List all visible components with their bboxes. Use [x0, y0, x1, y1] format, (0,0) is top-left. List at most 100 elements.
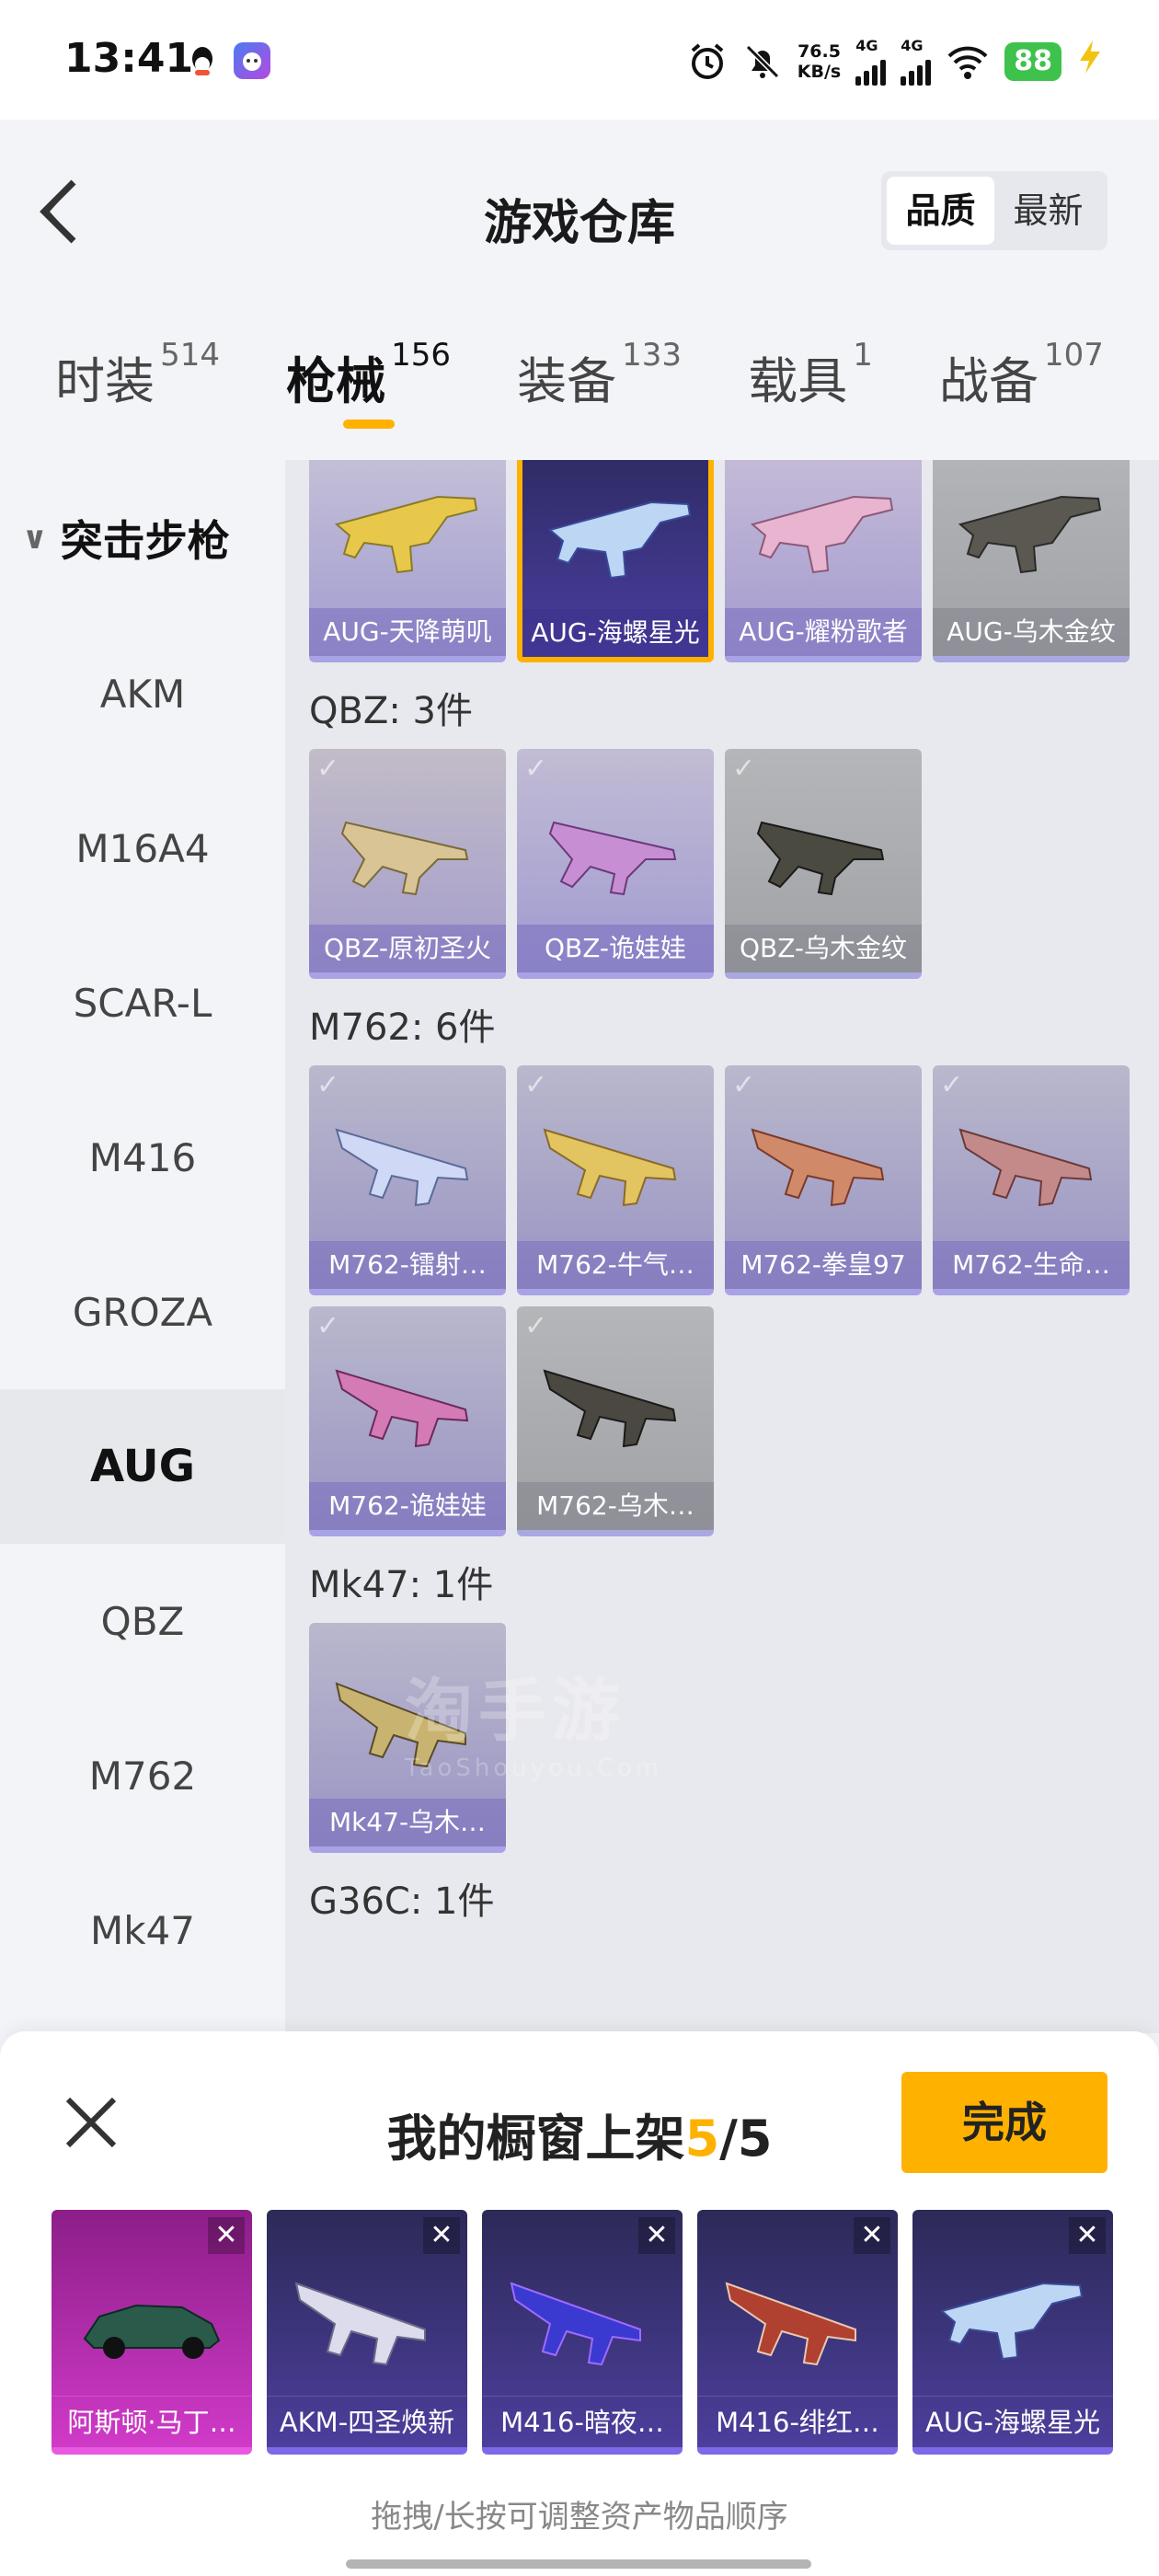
weapon-card-label: Mk47-乌木… [309, 1799, 506, 1846]
weapon-card-label: AUG-海螺星光 [522, 609, 708, 657]
sidebar-item-qbz[interactable]: QBZ [0, 1544, 285, 1698]
remove-icon[interactable]: ✕ [638, 2217, 675, 2254]
shelf-item[interactable]: ✕ AKM-四圣焕新 [267, 2210, 467, 2455]
sort-toggle: 品质 最新 [881, 171, 1107, 250]
weapon-card-label: M762-牛气… [517, 1241, 714, 1289]
rifle-icon [958, 495, 1102, 574]
check-icon: ✓ [316, 753, 340, 785]
tab-equipment[interactable]: 装备 133 [517, 313, 682, 460]
weapon-card-m762[interactable]: ✓ M762-生命… [933, 1065, 1130, 1295]
active-tab-indicator [342, 420, 395, 429]
remove-icon[interactable]: ✕ [1069, 2217, 1106, 2254]
shelf-item[interactable]: ✕ AUG-海螺星光 [912, 2210, 1113, 2455]
weapon-grid: AUG-天降萌叽 AUG-海螺星光 ✓ AUG-耀粉歌者 ✓ AUG-乌木金纹 … [285, 460, 1159, 2033]
weapon-card-m762[interactable]: ✓ M762-乌木… [517, 1306, 714, 1536]
home-indicator[interactable] [346, 2559, 811, 2569]
weapon-card-aug[interactable]: ✓ AUG-耀粉歌者 [725, 460, 922, 662]
sort-option-quality[interactable]: 品质 [887, 177, 994, 245]
section-title-g36c: G36C: 1件 [309, 1880, 495, 1923]
tab-label: 枪械 [286, 352, 386, 410]
rifle-icon [958, 1128, 1093, 1207]
check-icon: ✓ [316, 1310, 340, 1342]
shelf-item-label: AUG-海螺星光 [912, 2396, 1113, 2447]
sort-option-latest[interactable]: 最新 [994, 177, 1102, 245]
remove-icon[interactable]: ✕ [208, 2217, 245, 2254]
tab-count: 107 [1043, 337, 1104, 374]
check-icon: ✓ [732, 460, 755, 468]
weapon-card-aug[interactable]: ✓ AUG-乌木金纹 [933, 460, 1130, 662]
weapon-card-label: AUG-耀粉歌者 [725, 608, 922, 656]
done-button[interactable]: 完成 [901, 2072, 1107, 2173]
shelf-item-label: M416-暗夜… [482, 2396, 683, 2447]
shelf-item[interactable]: ✕ M416-暗夜… [482, 2210, 683, 2455]
sidebar-category-assault-rifles[interactable]: ∨ 突击步枪 [0, 460, 285, 616]
check-icon: ✓ [940, 460, 963, 468]
sidebar-item-akm[interactable]: AKM [0, 616, 285, 771]
rifle-icon [334, 495, 478, 574]
rifle-icon [548, 821, 677, 896]
rifle-icon [939, 2282, 1084, 2361]
status-time: 13:41 [64, 35, 194, 82]
weapon-card-label: AUG-乌木金纹 [933, 608, 1130, 656]
sidebar-item-scar-l[interactable]: SCAR-L [0, 926, 285, 1080]
section-title-qbz: QBZ: 3件 [309, 690, 473, 732]
remove-icon[interactable]: ✕ [854, 2217, 890, 2254]
check-icon: ✓ [732, 753, 756, 785]
sidebar-item-m762[interactable]: M762 [0, 1698, 285, 1853]
showcase-shelf: ✕ 阿斯顿·马丁… ✕ AKM-四圣焕新 ✕ M416-暗夜… ✕ M416-绯… [52, 2210, 1113, 2455]
sidebar-category-label: 突击步枪 [60, 516, 230, 566]
rifle-icon [294, 2282, 426, 2366]
shelf-item-label: 阿斯顿·马丁… [52, 2396, 252, 2447]
sidebar-item-mk47[interactable]: Mk47 [0, 1853, 285, 2007]
weapon-card-qbz[interactable]: ✓ QBZ-乌木金纹 [725, 749, 922, 979]
weapon-card-label: M762-乌木… [517, 1482, 714, 1530]
weapon-card-m762[interactable]: ✓ M762-诡娃娃 [309, 1306, 506, 1536]
weapon-card-label: QBZ-诡娃娃 [517, 925, 714, 972]
rifle-icon [335, 1128, 469, 1207]
shelf-item[interactable]: ✕ M416-绯红… [697, 2210, 898, 2455]
car-icon [83, 2304, 221, 2359]
weapon-card-aug[interactable]: AUG-天降萌叽 [309, 460, 506, 662]
rifle-icon [547, 500, 692, 580]
wifi-icon [946, 41, 990, 82]
tab-label: 载具 [748, 352, 848, 410]
signal-icon-2: 4G [901, 37, 932, 86]
rifle-icon [750, 495, 894, 574]
check-icon: ✓ [316, 1069, 340, 1101]
remove-icon[interactable]: ✕ [423, 2217, 460, 2254]
rifle-icon [756, 821, 885, 896]
sidebar-item-m416[interactable]: M416 [0, 1080, 285, 1235]
weapon-card-qbz[interactable]: ✓ QBZ-原初圣火 [309, 749, 506, 979]
net-speed: 76.5 KB/s [797, 40, 842, 82]
watermark: 淘手游 TaoShouyou.Com [405, 1672, 663, 1782]
header: 游戏仓库 品质 最新 [0, 120, 1159, 313]
sidebar-item-groza[interactable]: GROZA [0, 1235, 285, 1389]
weapon-card-m762[interactable]: ✓ M762-拳皇97 [725, 1065, 922, 1295]
tab-fashion[interactable]: 时装 514 [55, 313, 220, 460]
sidebar-item-aug[interactable]: AUG [0, 1389, 285, 1544]
tab-vehicles[interactable]: 载具 1 [748, 313, 873, 460]
showcase-sheet: 我的橱窗上架5/5 完成 ✕ 阿斯顿·马丁… ✕ AKM-四圣焕新 ✕ M416… [0, 2031, 1159, 2576]
check-icon: ✓ [940, 1069, 964, 1101]
sidebar-item-m16a4[interactable]: M16A4 [0, 771, 285, 926]
tab-count: 133 [622, 337, 683, 374]
weapon-card-m762[interactable]: ✓ M762-镭射… [309, 1065, 506, 1295]
shelf-item-label: M416-绯红… [697, 2396, 898, 2447]
mute-icon [742, 41, 783, 82]
weapon-card-label: QBZ-原初圣火 [309, 925, 506, 972]
weapon-card-m762[interactable]: ✓ M762-牛气… [517, 1065, 714, 1295]
section-title-mk47: Mk47: 1件 [309, 1564, 494, 1606]
chevron-down-icon: ∨ [22, 520, 48, 557]
reorder-hint: 拖拽/长按可调整资产物品顺序 [371, 2499, 788, 2536]
tab-label: 时装 [55, 352, 155, 410]
tab-firearms[interactable]: 枪械 156 [286, 313, 451, 460]
shelf-item[interactable]: ✕ 阿斯顿·马丁… [52, 2210, 252, 2455]
weapon-card-qbz[interactable]: ✓ QBZ-诡娃娃 [517, 749, 714, 979]
battery-level: 88 [1004, 41, 1061, 81]
section-title-m762: M762: 6件 [309, 1006, 496, 1049]
tab-supplies[interactable]: 战备 107 [939, 313, 1104, 460]
charging-icon [1076, 39, 1104, 84]
signal-icon: 4G [855, 37, 887, 86]
weapon-card-label: QBZ-乌木金纹 [725, 925, 922, 972]
weapon-card-aug[interactable]: AUG-海螺星光 [517, 460, 714, 662]
